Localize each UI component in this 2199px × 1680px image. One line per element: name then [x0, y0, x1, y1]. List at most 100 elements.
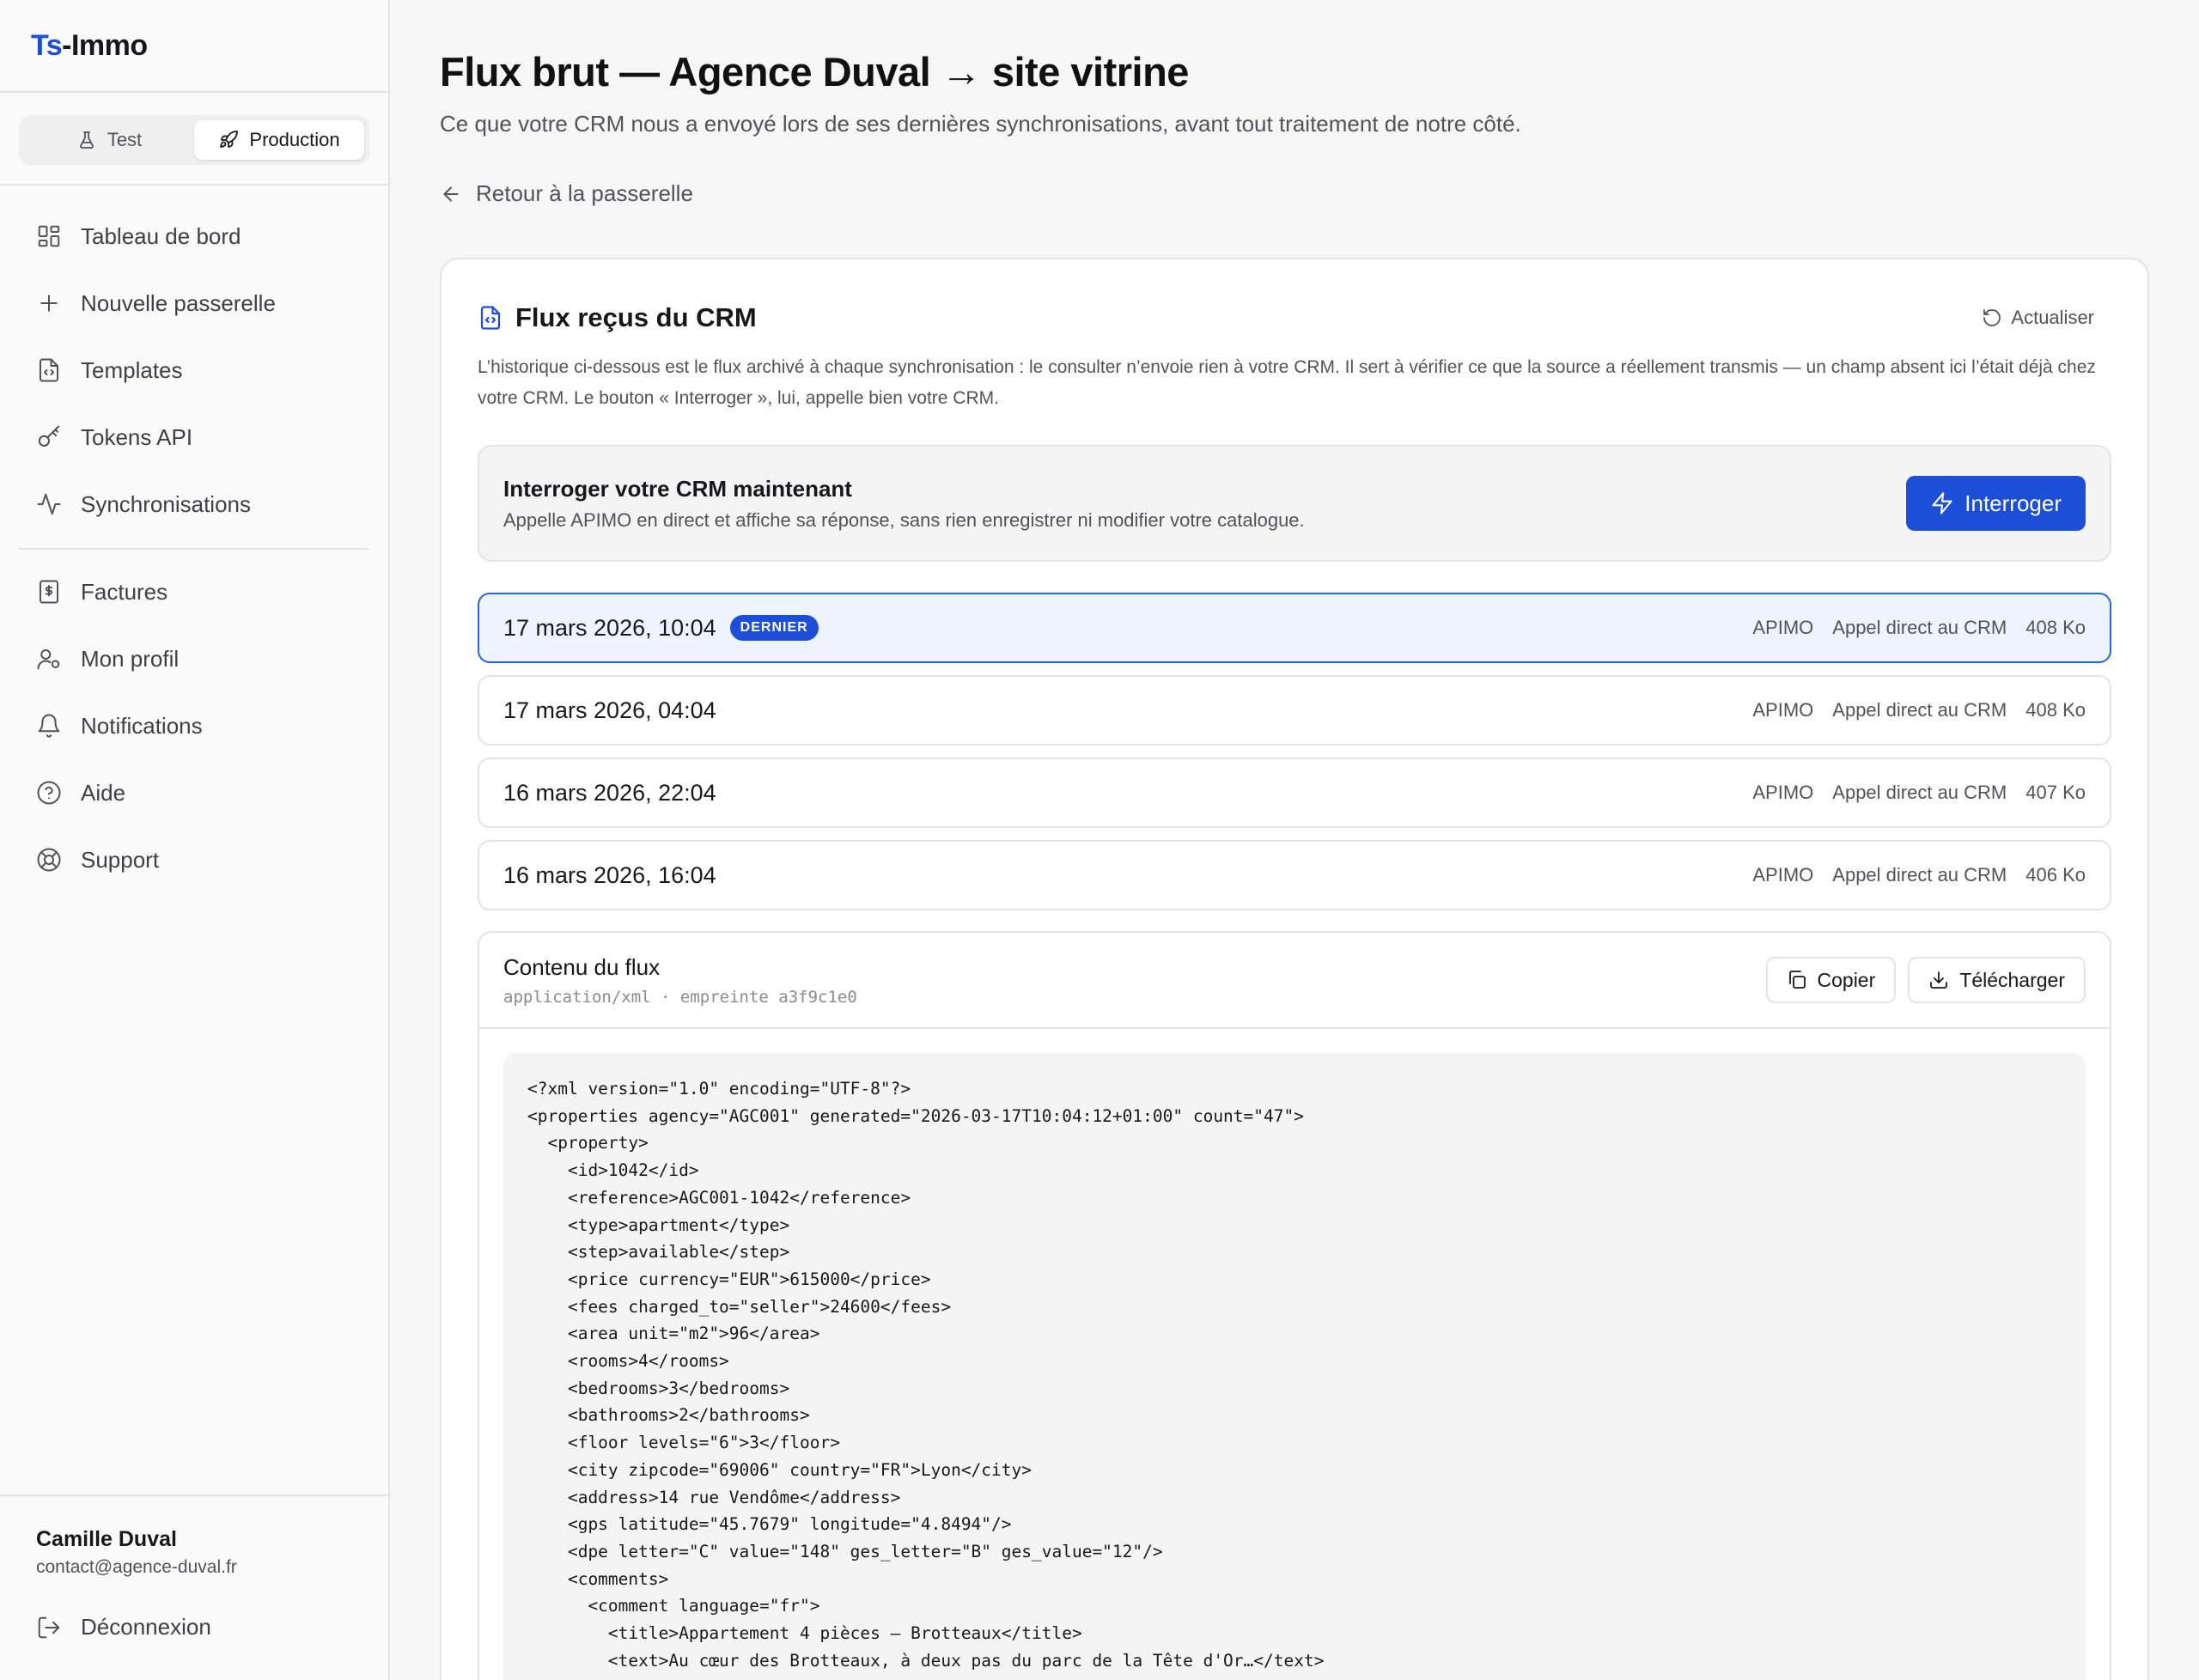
- sync-size: 406 Ko: [2025, 864, 2086, 886]
- flask-icon: [79, 131, 94, 149]
- sync-date-text: 17 mars 2026, 10:04: [503, 614, 716, 641]
- card-title-text: Flux reçus du CRM: [515, 302, 757, 332]
- sync-history-row[interactable]: 16 mars 2026, 22:04 APIMO Appel direct a…: [478, 758, 2111, 828]
- environment-toggle: Test Production: [19, 115, 369, 165]
- dashboard-icon: [38, 225, 60, 247]
- bell-icon: [38, 714, 60, 738]
- sync-date: 17 mars 2026, 04:04: [503, 697, 716, 724]
- sync-date: 16 mars 2026, 22:04: [503, 780, 716, 807]
- sidebar-divider: [19, 548, 369, 550]
- back-link-label: Retour à la passerelle: [476, 180, 693, 206]
- card-description: L’historique ci-dessous est le flux arch…: [478, 357, 2096, 408]
- sync-history-row[interactable]: 17 mars 2026, 04:04 APIMO Appel direct a…: [478, 675, 2111, 746]
- query-crm-button[interactable]: Interroger: [1906, 476, 2086, 531]
- sync-meta: APIMO Appel direct au CRM 408 Ko: [1752, 699, 2086, 721]
- sync-method: Appel direct au CRM: [1832, 699, 2007, 721]
- activity-icon: [37, 493, 61, 515]
- feed-content-meta: application/xml · empreinte a3f9c1e0: [503, 987, 857, 1007]
- page-title: Flux brut — Agence Duval → site vitrine: [440, 49, 1189, 94]
- logo-part-accent: Ts: [31, 28, 63, 62]
- main-content: Flux brut — Agence Duval → site vitrine …: [440, 0, 2158, 1680]
- feed-content-actions: Copier Télécharger: [1765, 957, 2086, 1003]
- sync-size: 407 Ko: [2025, 782, 2086, 803]
- page-subtitle: Ce que votre CRM nous a envoyé lors de s…: [440, 111, 1521, 137]
- sidebar-item-label: Aide: [81, 779, 126, 806]
- refresh-label: Actualiser: [2011, 307, 2094, 328]
- card-title: Flux reçus du CRM: [478, 302, 757, 333]
- sidebar-item-label: Tokens API: [81, 423, 193, 450]
- help-icon: [37, 781, 61, 805]
- sidebar-item-invoices[interactable]: Factures: [19, 558, 369, 625]
- sidebar-item-notifications[interactable]: Notifications: [19, 692, 369, 759]
- sync-meta: APIMO Appel direct au CRM 406 Ko: [1752, 864, 2086, 886]
- feed-content-panel: Contenu du flux application/xml · emprei…: [478, 931, 2111, 1680]
- lifebuoy-icon: [37, 848, 61, 872]
- lightning-icon: [1932, 492, 1952, 514]
- sidebar-item-new-gateway[interactable]: Nouvelle passerelle: [19, 270, 369, 337]
- sidebar-item-label: Tableau de bord: [81, 222, 241, 249]
- file-code-icon: [40, 358, 58, 382]
- sidebar-nav: Tableau de bord Nouvelle passerelle Temp…: [0, 186, 388, 893]
- sync-date-text: 17 mars 2026, 04:04: [503, 697, 716, 723]
- query-title: Interroger votre CRM maintenant: [503, 475, 852, 502]
- sidebar-item-dashboard[interactable]: Tableau de bord: [19, 203, 369, 270]
- sidebar-item-label: Support: [81, 846, 160, 873]
- sync-meta: APIMO Appel direct au CRM 408 Ko: [1752, 617, 2086, 639]
- sync-source: APIMO: [1752, 864, 1814, 886]
- sidebar-item-templates[interactable]: Templates: [19, 337, 369, 404]
- sync-source: APIMO: [1752, 782, 1814, 803]
- xml-code-block[interactable]: <?xml version="1.0" encoding="UTF-8"?> <…: [503, 1053, 2086, 1680]
- download-label: Télécharger: [1959, 968, 2065, 991]
- sidebar-item-label: Templates: [81, 356, 183, 383]
- copy-button[interactable]: Copier: [1765, 957, 1897, 1003]
- sidebar-item-profile[interactable]: Mon profil: [19, 625, 369, 692]
- app-logo[interactable]: Ts -Immo: [0, 0, 388, 93]
- sidebar-footer: Camille Duval contact@agence-duval.fr Dé…: [0, 1494, 388, 1680]
- sync-date: 16 mars 2026, 16:04: [503, 862, 716, 889]
- logout-label: Déconnexion: [81, 1614, 211, 1640]
- sync-meta: APIMO Appel direct au CRM 407 Ko: [1752, 782, 2086, 804]
- sidebar-item-label: Synchronisations: [81, 490, 251, 517]
- refresh-icon: [1983, 309, 2001, 326]
- sidebar-item-synchronisations[interactable]: Synchronisations: [19, 471, 369, 538]
- sync-history-row[interactable]: 17 mars 2026, 10:04 DERNIER APIMO Appel …: [478, 593, 2111, 663]
- sidebar-item-support[interactable]: Support: [19, 826, 369, 893]
- sync-method: Appel direct au CRM: [1832, 617, 2007, 638]
- user-email: contact@agence-duval.fr: [36, 1557, 237, 1577]
- download-button[interactable]: Télécharger: [1908, 957, 2086, 1003]
- sync-source: APIMO: [1752, 699, 1814, 721]
- sidebar-item-help[interactable]: Aide: [19, 759, 369, 826]
- back-to-gateway-link[interactable]: Retour à la passerelle: [440, 180, 693, 207]
- code-wrap: <?xml version="1.0" encoding="UTF-8"?> <…: [479, 1029, 2110, 1680]
- sidebar-item-label: Factures: [81, 578, 168, 605]
- sync-history-row[interactable]: 16 mars 2026, 16:04 APIMO Appel direct a…: [478, 840, 2111, 910]
- env-production-button[interactable]: Production: [194, 120, 364, 160]
- card-header: Flux reçus du CRM Actualiser: [478, 302, 2111, 333]
- file-code-icon: [480, 306, 501, 330]
- query-subtitle: Appelle APIMO en direct et affiche sa ré…: [503, 508, 1305, 531]
- env-test-button[interactable]: Test: [24, 120, 194, 160]
- sync-history-list: 17 mars 2026, 10:04 DERNIER APIMO Appel …: [478, 593, 2111, 910]
- query-crm-panel: Interroger votre CRM maintenant Appelle …: [478, 445, 2111, 562]
- copy-label: Copier: [1817, 968, 1876, 991]
- sync-size: 408 Ko: [2025, 699, 2086, 721]
- sidebar-item-label: Nouvelle passerelle: [81, 289, 276, 316]
- latest-badge: DERNIER: [729, 615, 819, 641]
- refresh-button[interactable]: Actualiser: [1982, 307, 2094, 329]
- sidebar-item-label: Notifications: [81, 712, 203, 739]
- sync-date-text: 16 mars 2026, 16:04: [503, 861, 716, 888]
- logout-icon: [38, 1616, 60, 1638]
- logout-button[interactable]: Déconnexion: [36, 1614, 388, 1640]
- invoice-icon: [40, 580, 58, 604]
- crm-feeds-card: Flux reçus du CRM Actualiser L’historiqu…: [440, 258, 2149, 1680]
- sidebar-item-api-tokens[interactable]: Tokens API: [19, 404, 369, 471]
- feed-content-title: Contenu du flux: [503, 953, 661, 980]
- copy-icon: [1788, 971, 1806, 989]
- query-text-block: Interroger votre CRM maintenant Appelle …: [503, 476, 1305, 532]
- sync-date-text: 16 mars 2026, 22:04: [503, 779, 716, 806]
- sidebar: Ts -Immo Test Production Tableau de bord …: [0, 0, 390, 1680]
- env-test-label: Test: [107, 129, 143, 150]
- sidebar-item-label: Mon profil: [81, 645, 180, 672]
- arrow-left-icon: [443, 186, 459, 202]
- key-icon: [38, 425, 60, 447]
